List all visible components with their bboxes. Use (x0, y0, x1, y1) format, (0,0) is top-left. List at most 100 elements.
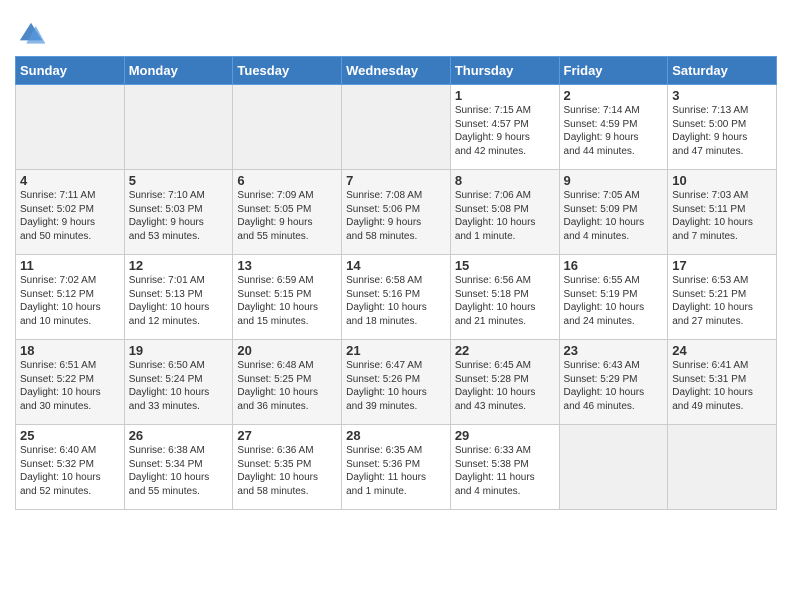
day-header-monday: Monday (124, 57, 233, 85)
day-number: 10 (672, 173, 772, 188)
calendar-cell (559, 425, 668, 510)
day-number: 8 (455, 173, 555, 188)
calendar-cell: 20Sunrise: 6:48 AM Sunset: 5:25 PM Dayli… (233, 340, 342, 425)
week-row-5: 25Sunrise: 6:40 AM Sunset: 5:32 PM Dayli… (16, 425, 777, 510)
day-number: 15 (455, 258, 555, 273)
day-number: 21 (346, 343, 446, 358)
calendar-cell (124, 85, 233, 170)
calendar-cell: 8Sunrise: 7:06 AM Sunset: 5:08 PM Daylig… (450, 170, 559, 255)
day-info: Sunrise: 6:50 AM Sunset: 5:24 PM Dayligh… (129, 359, 229, 413)
day-info: Sunrise: 6:59 AM Sunset: 5:15 PM Dayligh… (237, 274, 337, 328)
calendar-cell: 5Sunrise: 7:10 AM Sunset: 5:03 PM Daylig… (124, 170, 233, 255)
day-number: 24 (672, 343, 772, 358)
calendar-cell (342, 85, 451, 170)
day-info: Sunrise: 6:55 AM Sunset: 5:19 PM Dayligh… (564, 274, 664, 328)
calendar-cell: 9Sunrise: 7:05 AM Sunset: 5:09 PM Daylig… (559, 170, 668, 255)
day-number: 18 (20, 343, 120, 358)
day-header-friday: Friday (559, 57, 668, 85)
calendar-cell: 6Sunrise: 7:09 AM Sunset: 5:05 PM Daylig… (233, 170, 342, 255)
day-number: 29 (455, 428, 555, 443)
week-row-4: 18Sunrise: 6:51 AM Sunset: 5:22 PM Dayli… (16, 340, 777, 425)
day-number: 25 (20, 428, 120, 443)
day-info: Sunrise: 6:58 AM Sunset: 5:16 PM Dayligh… (346, 274, 446, 328)
calendar-cell: 25Sunrise: 6:40 AM Sunset: 5:32 PM Dayli… (16, 425, 125, 510)
day-number: 9 (564, 173, 664, 188)
calendar-cell: 28Sunrise: 6:35 AM Sunset: 5:36 PM Dayli… (342, 425, 451, 510)
day-info: Sunrise: 7:13 AM Sunset: 5:00 PM Dayligh… (672, 104, 772, 158)
calendar-cell: 19Sunrise: 6:50 AM Sunset: 5:24 PM Dayli… (124, 340, 233, 425)
day-info: Sunrise: 6:53 AM Sunset: 5:21 PM Dayligh… (672, 274, 772, 328)
day-info: Sunrise: 6:36 AM Sunset: 5:35 PM Dayligh… (237, 444, 337, 498)
calendar-table: SundayMondayTuesdayWednesdayThursdayFrid… (15, 56, 777, 510)
day-number: 12 (129, 258, 229, 273)
calendar-cell: 29Sunrise: 6:33 AM Sunset: 5:38 PM Dayli… (450, 425, 559, 510)
day-info: Sunrise: 7:02 AM Sunset: 5:12 PM Dayligh… (20, 274, 120, 328)
calendar-cell: 27Sunrise: 6:36 AM Sunset: 5:35 PM Dayli… (233, 425, 342, 510)
calendar-cell: 18Sunrise: 6:51 AM Sunset: 5:22 PM Dayli… (16, 340, 125, 425)
day-number: 23 (564, 343, 664, 358)
day-info: Sunrise: 7:10 AM Sunset: 5:03 PM Dayligh… (129, 189, 229, 243)
calendar-cell: 14Sunrise: 6:58 AM Sunset: 5:16 PM Dayli… (342, 255, 451, 340)
calendar-header: SundayMondayTuesdayWednesdayThursdayFrid… (16, 57, 777, 85)
day-info: Sunrise: 7:09 AM Sunset: 5:05 PM Dayligh… (237, 189, 337, 243)
day-number: 22 (455, 343, 555, 358)
calendar-cell (16, 85, 125, 170)
calendar-cell: 13Sunrise: 6:59 AM Sunset: 5:15 PM Dayli… (233, 255, 342, 340)
day-info: Sunrise: 6:48 AM Sunset: 5:25 PM Dayligh… (237, 359, 337, 413)
day-number: 5 (129, 173, 229, 188)
calendar-cell: 10Sunrise: 7:03 AM Sunset: 5:11 PM Dayli… (668, 170, 777, 255)
day-header-tuesday: Tuesday (233, 57, 342, 85)
day-number: 14 (346, 258, 446, 273)
day-number: 7 (346, 173, 446, 188)
day-header-thursday: Thursday (450, 57, 559, 85)
day-info: Sunrise: 7:03 AM Sunset: 5:11 PM Dayligh… (672, 189, 772, 243)
calendar-cell: 23Sunrise: 6:43 AM Sunset: 5:29 PM Dayli… (559, 340, 668, 425)
day-number: 28 (346, 428, 446, 443)
day-number: 19 (129, 343, 229, 358)
day-header-saturday: Saturday (668, 57, 777, 85)
day-number: 17 (672, 258, 772, 273)
day-number: 6 (237, 173, 337, 188)
day-info: Sunrise: 6:47 AM Sunset: 5:26 PM Dayligh… (346, 359, 446, 413)
day-info: Sunrise: 7:11 AM Sunset: 5:02 PM Dayligh… (20, 189, 120, 243)
calendar-cell: 24Sunrise: 6:41 AM Sunset: 5:31 PM Dayli… (668, 340, 777, 425)
week-row-3: 11Sunrise: 7:02 AM Sunset: 5:12 PM Dayli… (16, 255, 777, 340)
day-info: Sunrise: 6:33 AM Sunset: 5:38 PM Dayligh… (455, 444, 555, 498)
calendar-cell: 7Sunrise: 7:08 AM Sunset: 5:06 PM Daylig… (342, 170, 451, 255)
day-number: 26 (129, 428, 229, 443)
calendar-cell: 12Sunrise: 7:01 AM Sunset: 5:13 PM Dayli… (124, 255, 233, 340)
day-number: 2 (564, 88, 664, 103)
day-info: Sunrise: 7:15 AM Sunset: 4:57 PM Dayligh… (455, 104, 555, 158)
day-info: Sunrise: 7:14 AM Sunset: 4:59 PM Dayligh… (564, 104, 664, 158)
day-header-sunday: Sunday (16, 57, 125, 85)
day-info: Sunrise: 6:41 AM Sunset: 5:31 PM Dayligh… (672, 359, 772, 413)
day-info: Sunrise: 6:35 AM Sunset: 5:36 PM Dayligh… (346, 444, 446, 498)
day-number: 1 (455, 88, 555, 103)
calendar-cell: 11Sunrise: 7:02 AM Sunset: 5:12 PM Dayli… (16, 255, 125, 340)
calendar-cell: 17Sunrise: 6:53 AM Sunset: 5:21 PM Dayli… (668, 255, 777, 340)
calendar-cell: 3Sunrise: 7:13 AM Sunset: 5:00 PM Daylig… (668, 85, 777, 170)
week-row-1: 1Sunrise: 7:15 AM Sunset: 4:57 PM Daylig… (16, 85, 777, 170)
calendar-cell (668, 425, 777, 510)
day-number: 27 (237, 428, 337, 443)
day-info: Sunrise: 7:08 AM Sunset: 5:06 PM Dayligh… (346, 189, 446, 243)
day-info: Sunrise: 6:38 AM Sunset: 5:34 PM Dayligh… (129, 444, 229, 498)
logo (15, 18, 49, 50)
day-number: 13 (237, 258, 337, 273)
calendar-cell: 22Sunrise: 6:45 AM Sunset: 5:28 PM Dayli… (450, 340, 559, 425)
day-number: 20 (237, 343, 337, 358)
calendar-cell: 15Sunrise: 6:56 AM Sunset: 5:18 PM Dayli… (450, 255, 559, 340)
day-info: Sunrise: 6:56 AM Sunset: 5:18 PM Dayligh… (455, 274, 555, 328)
calendar-body: 1Sunrise: 7:15 AM Sunset: 4:57 PM Daylig… (16, 85, 777, 510)
day-info: Sunrise: 6:43 AM Sunset: 5:29 PM Dayligh… (564, 359, 664, 413)
calendar-cell: 21Sunrise: 6:47 AM Sunset: 5:26 PM Dayli… (342, 340, 451, 425)
logo-icon (15, 18, 47, 50)
day-number: 4 (20, 173, 120, 188)
page-header (15, 10, 777, 50)
day-info: Sunrise: 7:01 AM Sunset: 5:13 PM Dayligh… (129, 274, 229, 328)
week-row-2: 4Sunrise: 7:11 AM Sunset: 5:02 PM Daylig… (16, 170, 777, 255)
day-info: Sunrise: 6:51 AM Sunset: 5:22 PM Dayligh… (20, 359, 120, 413)
day-info: Sunrise: 6:45 AM Sunset: 5:28 PM Dayligh… (455, 359, 555, 413)
calendar-cell: 1Sunrise: 7:15 AM Sunset: 4:57 PM Daylig… (450, 85, 559, 170)
calendar-cell: 2Sunrise: 7:14 AM Sunset: 4:59 PM Daylig… (559, 85, 668, 170)
